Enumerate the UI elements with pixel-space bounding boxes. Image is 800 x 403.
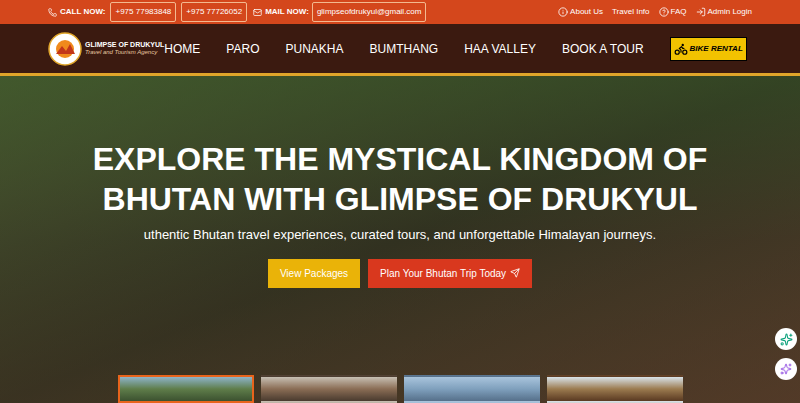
chat-widget[interactable] bbox=[775, 328, 797, 350]
phone-link[interactable]: +975 77983848 bbox=[110, 2, 176, 22]
logo-icon bbox=[48, 32, 82, 66]
top-link[interactable]: Admin Login bbox=[696, 6, 752, 18]
mail-label: MAIL NOW: bbox=[265, 6, 309, 18]
nav-item[interactable]: HAA VALLEY bbox=[464, 40, 536, 58]
gemini-icon bbox=[780, 363, 792, 375]
phone-link[interactable]: +975 77726052 bbox=[181, 2, 247, 22]
top-link[interactable]: FAQ bbox=[659, 6, 687, 18]
thumbnail[interactable] bbox=[118, 375, 254, 403]
mail-icon bbox=[253, 8, 262, 17]
top-bar: CALL NOW: +975 77983848+975 77726052 MAIL … bbox=[0, 0, 800, 24]
view-packages-button[interactable]: View Packages bbox=[268, 259, 360, 288]
logo[interactable]: GLIMPSE OF DRUKYULTravel and Tourism Age… bbox=[48, 32, 164, 66]
assistant-widget[interactable] bbox=[775, 358, 797, 380]
bike-icon bbox=[674, 42, 688, 56]
help-icon bbox=[659, 7, 669, 17]
email-link[interactable]: glimpseofdrukyul@gmail.com bbox=[312, 2, 427, 22]
top-link[interactable]: Travel Info bbox=[612, 6, 650, 18]
hero-title: EXPLORE THE MYSTICAL KINGDOM OF BHUTAN W… bbox=[40, 139, 760, 219]
hero-subtitle: uthentic Bhutan travel experiences, cura… bbox=[144, 225, 656, 245]
nav-item[interactable]: PUNAKHA bbox=[285, 40, 343, 58]
thumbnail[interactable] bbox=[404, 375, 540, 403]
phone-icon bbox=[48, 8, 57, 17]
nav-item[interactable]: BUMTHANG bbox=[369, 40, 438, 58]
thumbnail[interactable] bbox=[261, 375, 397, 403]
page: CALL NOW: +975 77983848+975 77726052 MAIL … bbox=[0, 0, 800, 403]
top-link[interactable]: About Us bbox=[558, 6, 603, 18]
info-icon bbox=[558, 7, 568, 17]
nav-bar: GLIMPSE OF DRUKYULTravel and Tourism Age… bbox=[0, 24, 800, 76]
nav-item[interactable]: HOME bbox=[164, 40, 200, 58]
hero: EXPLORE THE MYSTICAL KINGDOM OF BHUTAN W… bbox=[0, 76, 800, 403]
logo-name: GLIMPSE OF DRUKYUL bbox=[85, 41, 164, 49]
nav-item[interactable]: PARO bbox=[226, 40, 259, 58]
plan-trip-button[interactable]: Plan Your Bhutan Trip Today bbox=[368, 259, 532, 288]
assistant-icon bbox=[780, 333, 793, 346]
nav-item[interactable]: BOOK A TOUR bbox=[562, 40, 644, 58]
thumbnail[interactable] bbox=[547, 375, 683, 403]
bike-rental-badge[interactable]: BIKE RENTAL bbox=[670, 37, 747, 61]
logo-tagline: Travel and Tourism Agency bbox=[85, 49, 164, 56]
paper-plane-icon bbox=[510, 268, 520, 278]
login-icon bbox=[696, 7, 706, 17]
call-label: CALL NOW: bbox=[60, 6, 105, 18]
